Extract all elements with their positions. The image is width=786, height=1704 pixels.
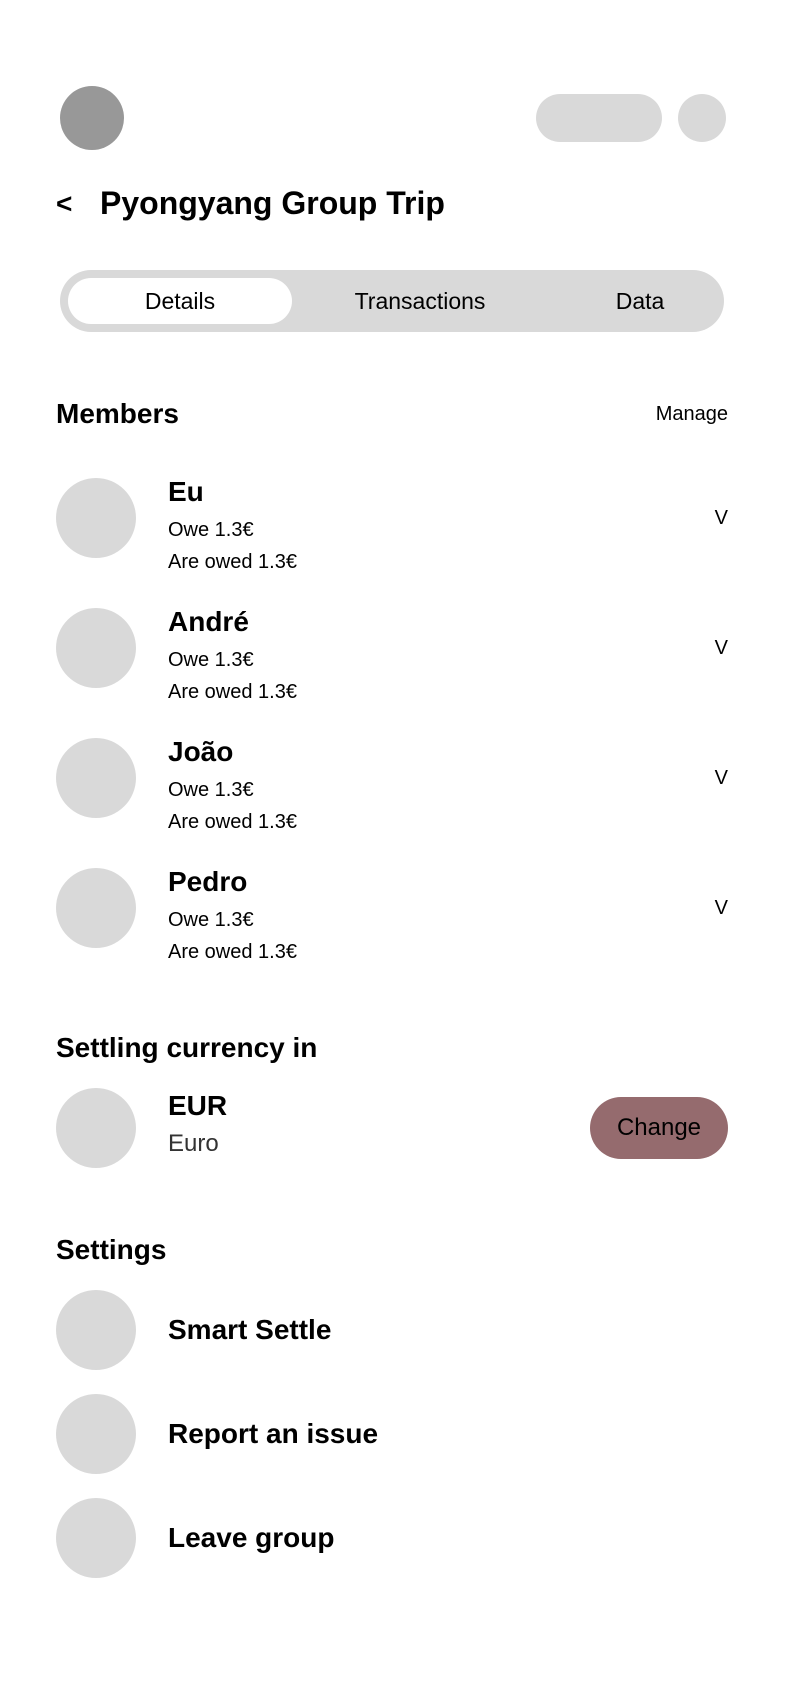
user-avatar[interactable]: [60, 86, 124, 150]
member-name: João: [168, 736, 234, 767]
smart-settle-button[interactable]: Smart Settle: [168, 1312, 331, 1348]
member-row[interactable]: André Owe 1.3€ Are owed 1.3€ V: [0, 606, 786, 718]
member-owe: Owe 1.3€: [168, 649, 254, 671]
tab-bar: Details Transactions Data: [60, 270, 724, 332]
tab-details[interactable]: Details: [68, 278, 292, 324]
chevron-down-icon[interactable]: V: [715, 894, 728, 922]
member-owed: Are owed 1.3€: [168, 941, 297, 963]
member-name: Eu: [168, 476, 204, 507]
leave-group-button[interactable]: Leave group: [168, 1520, 334, 1556]
report-issue-icon: [56, 1394, 136, 1474]
tab-data[interactable]: Data: [580, 278, 700, 324]
member-avatar: [56, 738, 136, 818]
settings-section-title: Settings: [56, 1234, 167, 1265]
currency-icon: [56, 1088, 136, 1168]
leave-group-icon: [56, 1498, 136, 1578]
members-title: Members: [56, 398, 179, 429]
member-owe: Owe 1.3€: [168, 779, 254, 801]
smart-settle-icon: [56, 1290, 136, 1370]
member-name: Pedro: [168, 866, 248, 897]
member-avatar: [56, 868, 136, 948]
chevron-down-icon[interactable]: V: [715, 634, 728, 662]
member-owed: Are owed 1.3€: [168, 681, 297, 703]
back-button[interactable]: <: [56, 184, 84, 224]
top-action-pill[interactable]: [536, 94, 662, 142]
currency-code: EUR: [168, 1090, 228, 1121]
member-owed: Are owed 1.3€: [168, 551, 297, 573]
change-currency-button[interactable]: Change: [590, 1097, 728, 1159]
currency-section-title: Settling currency in: [56, 1032, 318, 1063]
chevron-down-icon[interactable]: V: [715, 764, 728, 792]
member-owe: Owe 1.3€: [168, 909, 254, 931]
chevron-down-icon[interactable]: V: [715, 504, 728, 532]
member-row[interactable]: João Owe 1.3€ Are owed 1.3€ V: [0, 736, 786, 848]
member-name: André: [168, 606, 249, 637]
member-avatar: [56, 478, 136, 558]
top-action-icon[interactable]: [678, 94, 726, 142]
currency-name: Euro: [168, 1130, 219, 1157]
page-title: Pyongyang Group Trip: [100, 185, 445, 221]
report-issue-button[interactable]: Report an issue: [168, 1416, 378, 1452]
member-row[interactable]: Pedro Owe 1.3€ Are owed 1.3€ V: [0, 866, 786, 978]
tab-transactions[interactable]: Transactions: [330, 278, 510, 324]
member-avatar: [56, 608, 136, 688]
member-owed: Are owed 1.3€: [168, 811, 297, 833]
member-owe: Owe 1.3€: [168, 519, 254, 541]
manage-members-button[interactable]: Manage: [656, 400, 728, 428]
member-row[interactable]: Eu Owe 1.3€ Are owed 1.3€ V: [0, 476, 786, 588]
